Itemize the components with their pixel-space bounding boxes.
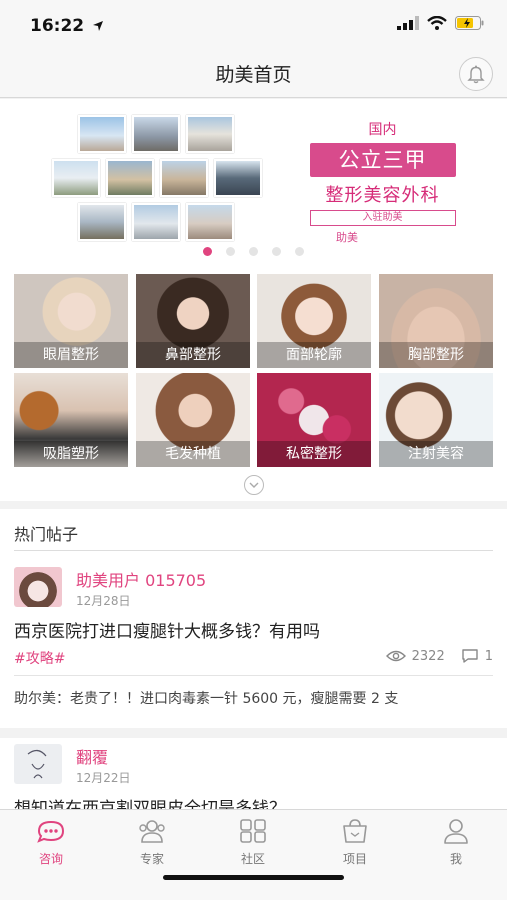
carousel-dot[interactable] (203, 247, 212, 256)
category-label: 鼻部整形 (136, 342, 250, 368)
person-icon (444, 819, 468, 844)
post-date: 12月28日 (76, 594, 131, 608)
nav-bar: 助美首页 (0, 48, 507, 98)
banner-line-3: 整形美容外科 (325, 185, 440, 206)
banner-line-4: 入驻助美 (309, 210, 456, 226)
cellular-signal-icon (397, 16, 419, 30)
bell-icon (467, 65, 485, 84)
view-count: 2322 (411, 648, 445, 664)
bag-icon (343, 819, 367, 843)
post-top-comment[interactable]: 助尔美：老贵了！！进口肉毒素一针 5600 元，瘦腿需要 2 支 (14, 688, 398, 708)
home-indicator[interactable] (163, 875, 344, 880)
hospital-photo (78, 203, 126, 241)
category-label: 眼眉整形 (14, 342, 128, 368)
carousel-dot[interactable] (272, 247, 281, 256)
category-label: 吸脂塑形 (14, 441, 128, 467)
grid-icon (240, 819, 266, 843)
comment-icon (462, 649, 478, 663)
avatar[interactable] (14, 567, 62, 607)
banner-text: 国内 公立三甲 整形美容外科 入驻助美 (305, 119, 460, 226)
category-label: 面部轮廓 (257, 342, 371, 368)
carousel-dots (0, 247, 507, 256)
page-title: 助美首页 (215, 64, 292, 86)
hospital-photo (78, 115, 126, 153)
category-label: 胸部整形 (379, 342, 493, 368)
sketch-avatar-icon (27, 749, 47, 779)
category-face-contour[interactable]: 面部轮廓 (257, 274, 371, 368)
tab-label: 社区 (240, 852, 265, 866)
post-stats: 2322 1 (385, 648, 493, 664)
hospital-photo (106, 159, 154, 197)
chat-bubble-icon (37, 820, 65, 843)
tab-label: 专家 (139, 852, 164, 866)
tab-community[interactable]: 社区 (223, 818, 283, 867)
banner-line-2: 公立三甲 (309, 143, 456, 177)
category-hair-transplant[interactable]: 毛发种植 (136, 373, 250, 467)
post-title[interactable]: 西京医院打进口瘦腿针大概多钱？有用吗 (14, 617, 320, 642)
carousel-dot[interactable] (249, 247, 258, 256)
eye-icon (385, 650, 406, 662)
expand-categories-button[interactable] (244, 475, 264, 495)
hospital-photo (186, 115, 234, 153)
carousel-dot[interactable] (226, 247, 235, 256)
post-username[interactable]: 助美用户 015705 (76, 567, 206, 591)
tab-label: 项目 (342, 852, 367, 866)
bottom-tab-bar: 咨询 专家 社区 项目 我 (0, 809, 507, 900)
post-item[interactable]: 助美用户 015705 12月28日 西京医院打进口瘦腿针大概多钱？有用吗 #攻… (0, 551, 507, 737)
post-tag[interactable]: #攻略# (14, 648, 65, 668)
category-injection[interactable]: 注射美容 (379, 373, 493, 467)
category-label: 毛发种植 (136, 441, 250, 467)
avatar[interactable] (14, 744, 62, 784)
post-username[interactable]: 翻覆 (76, 744, 108, 768)
post-item[interactable]: 翻覆 12月22日 想知道在西京割双眼皮全切是多钱？ (0, 738, 507, 809)
experts-icon (139, 820, 165, 843)
hospital-photo (132, 203, 180, 241)
category-label: 注射美容 (379, 441, 493, 467)
hospital-photo (214, 159, 262, 197)
tab-projects[interactable]: 项目 (325, 818, 385, 867)
category-grid: 眼眉整形 鼻部整形 面部轮廓 胸部整形 吸脂塑形 毛发种植 私密整形 注射美容 (0, 263, 507, 501)
section-title: 热门帖子 (14, 525, 79, 544)
tab-consult[interactable]: 咨询 (21, 818, 81, 867)
category-intimate[interactable]: 私密整形 (257, 373, 371, 467)
hospital-photo (132, 115, 180, 153)
divider (14, 675, 493, 676)
category-liposuction[interactable]: 吸脂塑形 (14, 373, 128, 467)
comment-count: 1 (484, 648, 493, 664)
tab-label: 咨询 (38, 852, 63, 866)
hot-posts-section: 热门帖子 助美用户 015705 12月28日 西京医院打进口瘦腿针大概多钱？有… (0, 509, 507, 809)
category-eye-brow[interactable]: 眼眉整形 (14, 274, 128, 368)
category-label: 私密整形 (257, 441, 371, 467)
tab-label: 我 (449, 852, 462, 866)
post-title[interactable]: 想知道在西京割双眼皮全切是多钱？ (14, 794, 286, 809)
wifi-icon (427, 16, 447, 30)
hospital-photo (160, 159, 208, 197)
hospital-photo-collage (48, 113, 270, 249)
tab-me[interactable]: 我 (426, 818, 486, 867)
banner-logo: 助美 (336, 231, 358, 244)
category-nose[interactable]: 鼻部整形 (136, 274, 250, 368)
notification-button[interactable] (459, 57, 493, 91)
category-breast[interactable]: 胸部整形 (379, 274, 493, 368)
battery-charging-icon (455, 16, 484, 30)
status-bar: 16:22 (0, 0, 507, 48)
tab-experts[interactable]: 专家 (122, 818, 182, 867)
banner-line-1: 国内 (368, 122, 397, 138)
hospital-photo (186, 203, 234, 241)
status-time: 16:22 (30, 16, 85, 36)
carousel-dot[interactable] (295, 247, 304, 256)
hospital-photo (52, 159, 100, 197)
promo-banner[interactable]: 国内 公立三甲 整形美容外科 入驻助美 助美 (0, 99, 507, 263)
location-arrow-icon (93, 21, 103, 31)
divider (0, 728, 507, 738)
post-date: 12月22日 (76, 771, 131, 785)
chevron-down-icon (249, 482, 259, 488)
